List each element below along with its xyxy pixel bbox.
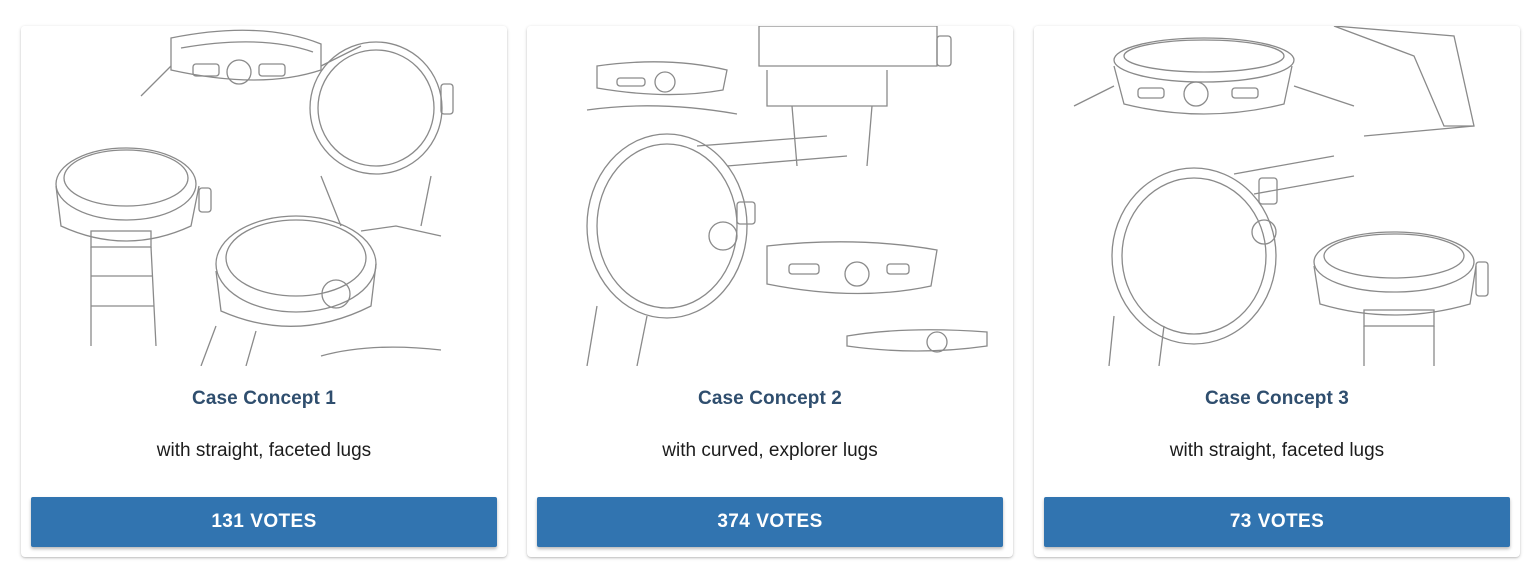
vote-button[interactable]: 374 VOTES xyxy=(537,497,1003,547)
card-description: with straight, faceted lugs xyxy=(156,440,372,461)
watch-sketch-icon xyxy=(55,29,454,366)
vote-count: 374 xyxy=(717,511,751,532)
concept-card-3: Case Concept 3 with straight, faceted lu… xyxy=(1034,26,1520,557)
card-title: Case Concept 1 xyxy=(192,388,336,409)
vote-label: VOTES xyxy=(1257,511,1325,532)
vote-label: VOTES xyxy=(756,511,823,532)
watch-sketch-image xyxy=(1034,26,1520,366)
vote-button[interactable]: 73 VOTES xyxy=(1044,497,1510,547)
watch-sketch-icon xyxy=(1073,26,1489,366)
vote-label: VOTES xyxy=(250,511,317,532)
vote-button[interactable]: 131 VOTES xyxy=(31,497,497,547)
watch-sketch-icon xyxy=(586,26,988,366)
concept-card-2: Case Concept 2 with curved, explorer lug… xyxy=(527,26,1013,557)
card-description: with straight, faceted lugs xyxy=(1169,440,1385,461)
card-description: with curved, explorer lugs xyxy=(662,440,878,461)
card-title: Case Concept 3 xyxy=(1205,388,1349,409)
concept-card-1: Case Concept 1 with straight, faceted lu… xyxy=(21,26,507,557)
vote-count: 73 xyxy=(1229,511,1252,532)
concept-grid: Case Concept 1 with straight, faceted lu… xyxy=(0,0,1538,575)
watch-sketch-image xyxy=(21,26,507,366)
vote-count: 131 xyxy=(211,511,245,532)
watch-sketch-image xyxy=(527,26,1013,366)
card-title: Case Concept 2 xyxy=(698,388,842,409)
